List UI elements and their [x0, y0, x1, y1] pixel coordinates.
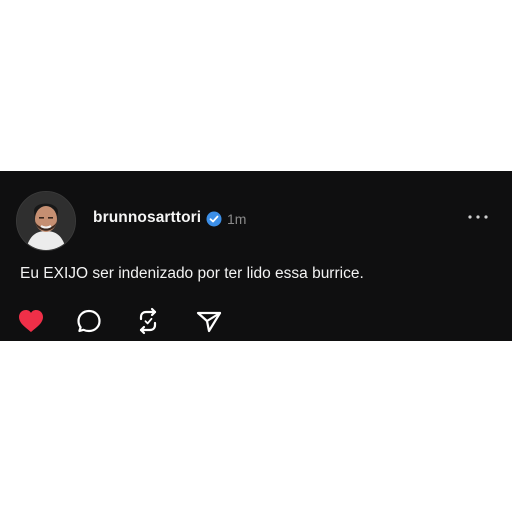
repost-icon[interactable]: [133, 307, 163, 335]
share-send-icon[interactable]: [194, 307, 224, 335]
post-time: 1m: [227, 211, 247, 227]
post-text: Eu EXIJO ser indenizado por ter lido ess…: [20, 265, 364, 282]
avatar[interactable]: [16, 191, 76, 251]
heart-icon[interactable]: [16, 307, 46, 335]
more-horizontal-icon[interactable]: [464, 207, 492, 227]
verified-badge-icon: [206, 211, 222, 227]
thread-post: brunnosarttori 1m Eu EXIJO ser indenizad…: [0, 171, 512, 341]
username[interactable]: brunnosarttori: [93, 209, 201, 227]
comment-icon[interactable]: [74, 307, 104, 335]
